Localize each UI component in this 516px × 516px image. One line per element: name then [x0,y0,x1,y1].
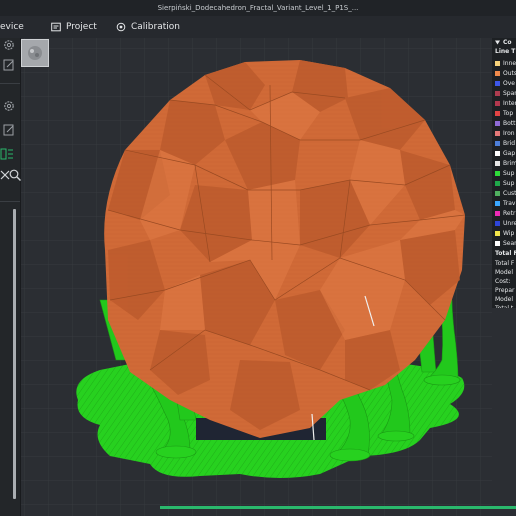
stat-line: Prepar [495,287,515,294]
legend-swatch [495,100,500,106]
legend-item[interactable]: Spar [495,88,516,98]
stats-title: Total F [495,250,516,257]
menu-bar: evice Project Calibration [0,16,516,39]
stat-line: Model [495,269,514,276]
legend-item[interactable]: Outs [495,68,516,78]
legend-item[interactable]: Brim [495,158,516,168]
window-title: Sierpiński_Dodecahedron_Fractal_Variant_… [157,4,359,12]
legend-item[interactable]: Cust [495,188,516,198]
legend-item-label: Brid [503,139,516,147]
legend-item[interactable]: Bott [495,118,516,128]
legend-item[interactable]: Iron [495,128,515,138]
legend-item[interactable]: Ove [495,78,515,88]
title-bar: Sierpiński_Dodecahedron_Fractal_Variant_… [0,0,516,16]
search-icon[interactable] [8,168,22,182]
legend-item-label: Outs [503,69,516,77]
legend-item-label: Trav [503,199,516,207]
menu-project-label: Project [66,22,97,32]
legend-title: Co [503,39,512,46]
legend-item-label: Top [503,109,514,117]
legend-item-label: Unre [503,219,516,227]
legend-header[interactable]: Co [494,38,512,47]
legend-swatch [495,170,500,176]
legend-panel: Co Line T Inne Outs Ove Spar Inter Top Bott Iro… [492,38,516,308]
stat-line: Total F [495,260,515,267]
legend-item[interactable]: Brid [495,138,515,148]
legend-item[interactable]: Wip [495,228,514,238]
legend-item-label: Brim [503,159,516,167]
plate-thumbnail[interactable] [21,39,49,67]
legend-swatch [495,140,500,146]
legend-swatch [495,120,500,126]
menu-calibration-label: Calibration [131,22,180,32]
plate-preview-icon [28,46,42,60]
legend-item-label: Sup [503,179,515,187]
sidebar-divider [0,201,20,202]
legend-swatch [495,200,500,206]
legend-subtitle: Line T [495,48,516,55]
legend-swatch [495,240,500,246]
legend-swatch [495,210,500,216]
menu-device[interactable]: evice [0,16,24,38]
stat-line: Total t [495,305,513,308]
legend-item-label: Sear [503,239,516,247]
settings-icon[interactable] [2,38,16,52]
legend-swatch [495,80,500,86]
legend-swatch [495,230,500,236]
project-icon [51,22,61,32]
legend-item-label: Bott [503,119,516,127]
object-list-icon[interactable] [0,147,14,161]
legend-item-label: Sup [503,169,515,177]
collapse-icon [495,40,500,45]
legend-swatch [495,70,500,76]
legend-item-label: Ove [503,79,515,87]
menu-device-label: evice [0,22,24,32]
legend-swatch [495,220,500,226]
menu-project[interactable]: Project [51,16,97,38]
edit-icon[interactable] [2,58,16,72]
legend-item-label: Inne [503,59,516,67]
legend-item[interactable]: Sup [495,168,514,178]
legend-item-label: Spar [503,89,516,97]
legend-item[interactable]: Gap [495,148,515,158]
legend-swatch [495,190,500,196]
legend-swatch [495,90,500,96]
sidebar-scrollbar[interactable] [13,209,16,499]
legend-item[interactable]: Trav [495,198,515,208]
stat-line: Cost: [495,278,511,285]
legend-swatch [495,60,500,66]
legend-item[interactable]: Unre [495,218,516,228]
sidebar-divider [0,83,20,84]
progress-accent-line [160,506,516,509]
legend-item-label: Gap [503,149,516,157]
legend-swatch [495,110,500,116]
legend-item[interactable]: Inne [495,58,516,68]
settings-icon[interactable] [2,99,16,113]
legend-swatch [495,150,500,156]
3d-viewport[interactable] [20,38,492,516]
legend-item[interactable]: Inter [495,98,516,108]
menu-calibration[interactable]: Calibration [116,16,180,38]
legend-item-label: Cust [503,189,516,197]
legend-swatch [495,160,500,166]
legend-item[interactable]: Sear [495,238,516,248]
legend-swatch [495,180,500,186]
legend-item-label: Retr [503,209,516,217]
left-sidebar [0,38,21,516]
legend-item[interactable]: Retr [495,208,515,218]
edit-icon[interactable] [2,123,16,137]
legend-swatch [495,130,500,136]
legend-item[interactable]: Top [495,108,513,118]
stat-line: Model [495,296,514,303]
legend-item-label: Inter [503,99,516,107]
legend-item[interactable]: Sup [495,178,514,188]
calibration-icon [116,22,126,32]
legend-item-label: Wip [503,229,515,237]
legend-item-label: Iron [503,129,515,137]
